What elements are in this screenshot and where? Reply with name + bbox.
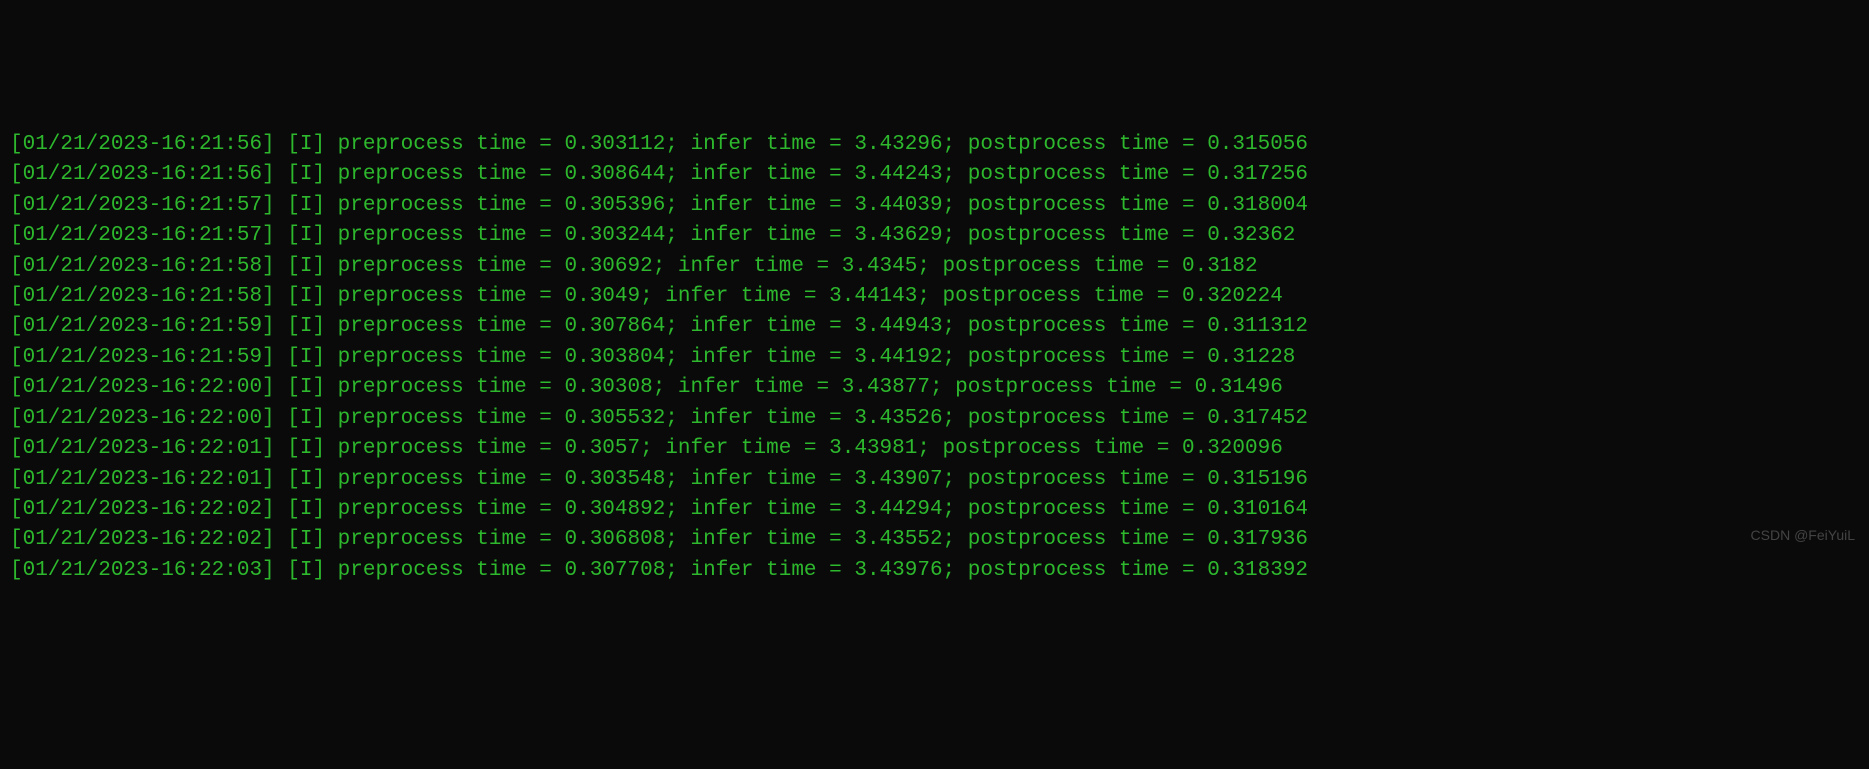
log-line: [01/21/2023-16:21:58] [I] preprocess tim… xyxy=(10,282,1859,312)
log-line: [01/21/2023-16:22:01] [I] preprocess tim… xyxy=(10,434,1859,464)
log-line: [01/21/2023-16:21:56] [I] preprocess tim… xyxy=(10,160,1859,190)
log-line: [01/21/2023-16:21:59] [I] preprocess tim… xyxy=(10,343,1859,373)
log-line: [01/21/2023-16:22:03] [I] preprocess tim… xyxy=(10,556,1859,586)
log-line: [01/21/2023-16:21:58] [I] preprocess tim… xyxy=(10,252,1859,282)
log-line: [01/21/2023-16:21:57] [I] preprocess tim… xyxy=(10,221,1859,251)
watermark-text: CSDN @FeiYuiL xyxy=(1751,525,1855,545)
log-line: [01/21/2023-16:22:00] [I] preprocess tim… xyxy=(10,373,1859,403)
terminal-log-output: [01/21/2023-16:21:56] [I] preprocess tim… xyxy=(10,130,1859,587)
log-line: [01/21/2023-16:22:02] [I] preprocess tim… xyxy=(10,495,1859,525)
log-line: [01/21/2023-16:21:59] [I] preprocess tim… xyxy=(10,312,1859,342)
log-line: [01/21/2023-16:21:56] [I] preprocess tim… xyxy=(10,130,1859,160)
log-line: [01/21/2023-16:22:01] [I] preprocess tim… xyxy=(10,465,1859,495)
log-line: [01/21/2023-16:22:00] [I] preprocess tim… xyxy=(10,404,1859,434)
log-line: [01/21/2023-16:22:02] [I] preprocess tim… xyxy=(10,525,1859,555)
log-line: [01/21/2023-16:21:57] [I] preprocess tim… xyxy=(10,191,1859,221)
